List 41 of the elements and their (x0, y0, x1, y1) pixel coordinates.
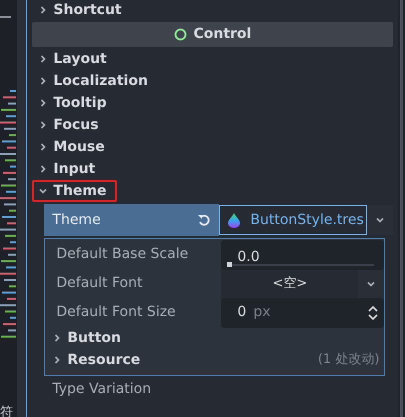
resource-picker[interactable]: <空> (221, 268, 358, 298)
chevron-right-icon (39, 121, 48, 129)
section-header[interactable]: Tooltip (32, 92, 117, 114)
number-field[interactable]: 0 px (221, 298, 384, 328)
spin-arrows-icon[interactable] (368, 306, 378, 320)
chevron-down-icon (367, 280, 376, 288)
chevron-right-icon (53, 356, 62, 364)
circle-icon (174, 28, 188, 41)
category-header: Control (32, 22, 394, 47)
section-header[interactable]: Input (32, 158, 106, 180)
property-label: Type Variation (52, 382, 152, 396)
slider-field[interactable]: 0.0 (221, 240, 384, 270)
theme-drop-icon (228, 212, 240, 228)
dropdown-button[interactable] (358, 268, 384, 298)
chevron-down-icon (39, 187, 48, 195)
property-label: Default Base Scale (55, 245, 190, 264)
section-header[interactable]: Theme (32, 180, 116, 202)
property-label: Default Font Size (55, 303, 177, 322)
section-header[interactable]: Button (53, 328, 121, 348)
scrollbar[interactable] (400, 0, 404, 417)
property-label: Default Font (55, 274, 144, 293)
section-header[interactable]: Resource (53, 350, 140, 370)
change-count: (1 处改动) (318, 351, 380, 370)
chevron-right-icon (39, 77, 48, 85)
section-header[interactable]: Localization (32, 70, 158, 92)
chevron-right-icon (39, 6, 48, 14)
section-header[interactable]: Focus (32, 114, 109, 136)
section-header[interactable]: Shortcut (32, 0, 394, 20)
slider-handle[interactable] (227, 262, 232, 266)
revert-icon[interactable] (197, 213, 212, 227)
panel-label: 符 (0, 404, 13, 417)
chevron-right-icon (53, 334, 62, 342)
chevron-right-icon (39, 99, 48, 107)
property-row: Theme (44, 204, 220, 236)
resource-picker[interactable]: ButtonStyle.tres (219, 205, 368, 235)
section-header[interactable]: Mouse (32, 136, 115, 158)
chevron-right-icon (39, 143, 48, 151)
section-header[interactable]: Layout (32, 48, 117, 70)
chevron-right-icon (39, 165, 48, 173)
chevron-down-icon (376, 216, 384, 224)
chevron-right-icon (39, 55, 48, 63)
